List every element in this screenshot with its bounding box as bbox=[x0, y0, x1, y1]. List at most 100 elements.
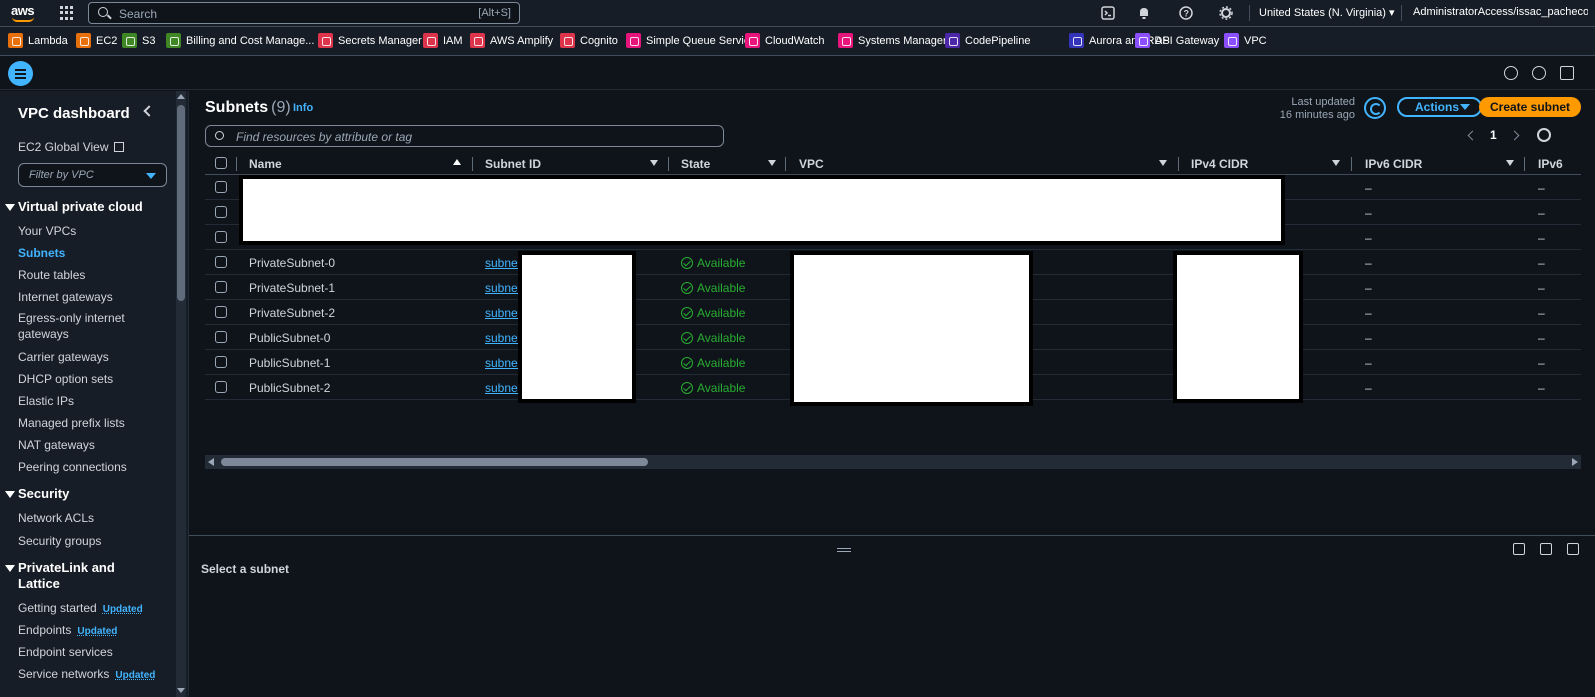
sidebar-item-getting-started[interactable]: Getting started Updated bbox=[18, 601, 143, 615]
favorite-aws-amplify[interactable]: AWS Amplify bbox=[470, 33, 553, 48]
pagination: 1 bbox=[1467, 128, 1520, 142]
sidebar-item-managed-prefix-lists[interactable]: Managed prefix lists bbox=[18, 416, 125, 430]
find-resources-input[interactable]: Find resources by attribute or tag bbox=[205, 125, 724, 147]
row-checkbox[interactable] bbox=[215, 381, 227, 393]
sidebar-item-route-tables[interactable]: Route tables bbox=[18, 268, 85, 282]
sidebar-item-egress-only-internet-gateways[interactable]: Egress-only internet gateways bbox=[18, 310, 128, 342]
row-checkbox[interactable] bbox=[215, 281, 227, 293]
favorite-simple-queue-service[interactable]: Simple Queue Service bbox=[626, 33, 755, 48]
favorite-lambda[interactable]: Lambda bbox=[8, 33, 68, 48]
row-checkbox[interactable] bbox=[215, 231, 227, 243]
gear-icon[interactable] bbox=[1218, 5, 1234, 21]
favorite-cloudwatch[interactable]: CloudWatch bbox=[745, 33, 825, 48]
account-menu[interactable]: AdministratorAccess/issac_pacheco bbox=[1413, 6, 1588, 18]
sidebar-item-nat-gateways[interactable]: NAT gateways bbox=[18, 438, 95, 452]
sidebar-item-endpoints[interactable]: Endpoints Updated bbox=[18, 623, 117, 637]
favorite-systems-manager[interactable]: Systems Manager bbox=[838, 33, 947, 48]
sidebar-item-ec2-global-view[interactable]: EC2 Global View bbox=[18, 140, 124, 154]
sidebar-item-peering-connections[interactable]: Peering connections bbox=[18, 460, 127, 474]
favorite-ec2[interactable]: EC2 bbox=[76, 33, 117, 48]
favorite-vpc[interactable]: VPC bbox=[1224, 33, 1267, 48]
ipv6-cidr: – bbox=[1365, 181, 1372, 195]
sidebar-item-network-acls[interactable]: Network ACLs bbox=[18, 511, 94, 525]
sort-ascending-icon[interactable] bbox=[453, 159, 461, 165]
sidebar-item-endpoint-services[interactable]: Endpoint services bbox=[18, 645, 113, 659]
sidebar-item-internet-gateways[interactable]: Internet gateways bbox=[18, 290, 113, 304]
column-header-ipv4-cidr[interactable]: IPv4 CIDR bbox=[1191, 157, 1248, 171]
sidebar-item-service-networks[interactable]: Service networks Updated bbox=[18, 667, 155, 681]
table-settings-icon[interactable] bbox=[1537, 128, 1551, 142]
panel-bottom-icon[interactable] bbox=[1513, 543, 1525, 555]
create-subnet-button[interactable]: Create subnet bbox=[1479, 97, 1581, 117]
side-navigation-toggle[interactable] bbox=[8, 61, 33, 86]
search-input[interactable]: Search [Alt+S] bbox=[88, 2, 520, 24]
select-all-checkbox[interactable] bbox=[215, 157, 227, 169]
tutorial-icon[interactable] bbox=[1532, 66, 1546, 80]
panel-side-icon[interactable] bbox=[1540, 543, 1552, 555]
sidebar-item-elastic-ips[interactable]: Elastic IPs bbox=[18, 394, 74, 408]
region-selector[interactable]: United States (N. Virginia) ▾ bbox=[1259, 6, 1395, 19]
caret-down-icon[interactable] bbox=[5, 565, 15, 572]
filter-by-vpc-select[interactable]: Filter by VPC bbox=[18, 163, 167, 187]
section-privatelink-and-lattice[interactable]: PrivateLink and Lattice bbox=[18, 560, 128, 592]
row-checkbox[interactable] bbox=[215, 356, 227, 368]
sidebar-item-subnets[interactable]: Subnets bbox=[18, 246, 65, 260]
caret-down-icon[interactable] bbox=[5, 491, 15, 498]
cloudshell-icon[interactable] bbox=[1100, 5, 1116, 21]
sidebar-item-your-vpcs[interactable]: Your VPCs bbox=[18, 224, 76, 238]
sort-icon[interactable] bbox=[1159, 160, 1167, 166]
info-panel-icon[interactable] bbox=[1504, 66, 1518, 80]
refresh-button[interactable] bbox=[1364, 97, 1386, 119]
favorite-billing-and-cost-manage[interactable]: Billing and Cost Manage... bbox=[166, 33, 314, 48]
collapse-sidebar-icon[interactable] bbox=[143, 105, 155, 117]
section-security[interactable]: Security bbox=[18, 486, 69, 501]
chevron-right-icon[interactable] bbox=[1509, 130, 1520, 140]
ipv6-value: – bbox=[1538, 231, 1545, 245]
panel-full-icon[interactable] bbox=[1567, 543, 1579, 555]
favorite-codepipeline[interactable]: CodePipeline bbox=[945, 33, 1030, 48]
info-link[interactable]: Info bbox=[293, 102, 313, 114]
split-panel: Select a subnet bbox=[189, 535, 1595, 697]
sidebar-item-carrier-gateways[interactable]: Carrier gateways bbox=[18, 350, 109, 364]
column-header-subnet-id[interactable]: Subnet ID bbox=[485, 157, 541, 171]
column-header-ipv6[interactable]: IPv6 bbox=[1538, 157, 1563, 171]
sidebar-item-dhcp-option-sets[interactable]: DHCP option sets bbox=[18, 372, 113, 386]
sidebar-scrollbar[interactable] bbox=[176, 91, 186, 697]
aws-logo[interactable]: aws bbox=[9, 3, 39, 23]
screen-icon[interactable] bbox=[1560, 66, 1574, 80]
service-icon bbox=[76, 33, 91, 48]
favorite-iam[interactable]: IAM bbox=[423, 33, 463, 48]
actions-button[interactable]: Actions bbox=[1397, 97, 1482, 117]
row-checkbox[interactable] bbox=[215, 181, 227, 193]
favorite-api-gateway[interactable]: API Gateway bbox=[1135, 33, 1219, 48]
bell-icon[interactable] bbox=[1136, 5, 1152, 21]
sort-icon[interactable] bbox=[1506, 160, 1514, 166]
subnet-name: PublicSubnet-2 bbox=[249, 381, 331, 395]
favorite-secrets-manager[interactable]: Secrets Manager bbox=[318, 33, 422, 48]
column-header-state[interactable]: State bbox=[681, 157, 710, 171]
favorite-cognito[interactable]: Cognito bbox=[560, 33, 618, 48]
services-grid-icon[interactable] bbox=[60, 6, 74, 20]
sort-icon[interactable] bbox=[1332, 160, 1340, 166]
help-icon[interactable]: ? bbox=[1178, 5, 1194, 21]
column-header-ipv6-cidr[interactable]: IPv6 CIDR bbox=[1365, 157, 1422, 171]
page-number[interactable]: 1 bbox=[1490, 128, 1497, 142]
sidebar-item-security-groups[interactable]: Security groups bbox=[18, 534, 101, 548]
row-checkbox[interactable] bbox=[215, 256, 227, 268]
resize-handle[interactable] bbox=[837, 548, 851, 552]
column-header-name[interactable]: Name bbox=[249, 157, 282, 171]
caret-down-icon[interactable] bbox=[5, 204, 15, 211]
row-checkbox[interactable] bbox=[215, 206, 227, 218]
favorite-s3[interactable]: S3 bbox=[122, 33, 155, 48]
row-checkbox[interactable] bbox=[215, 331, 227, 343]
row-checkbox[interactable] bbox=[215, 306, 227, 318]
chevron-left-icon[interactable] bbox=[1467, 130, 1478, 140]
check-circle-icon bbox=[681, 332, 693, 344]
sort-icon[interactable] bbox=[650, 160, 658, 166]
table-horizontal-scrollbar[interactable] bbox=[205, 455, 1581, 469]
section-virtual-private-cloud[interactable]: Virtual private cloud bbox=[18, 199, 143, 214]
sort-icon[interactable] bbox=[768, 160, 776, 166]
column-header-vpc[interactable]: VPC bbox=[799, 157, 824, 171]
service-icon bbox=[560, 33, 575, 48]
sidebar-title[interactable]: VPC dashboard bbox=[18, 105, 130, 122]
